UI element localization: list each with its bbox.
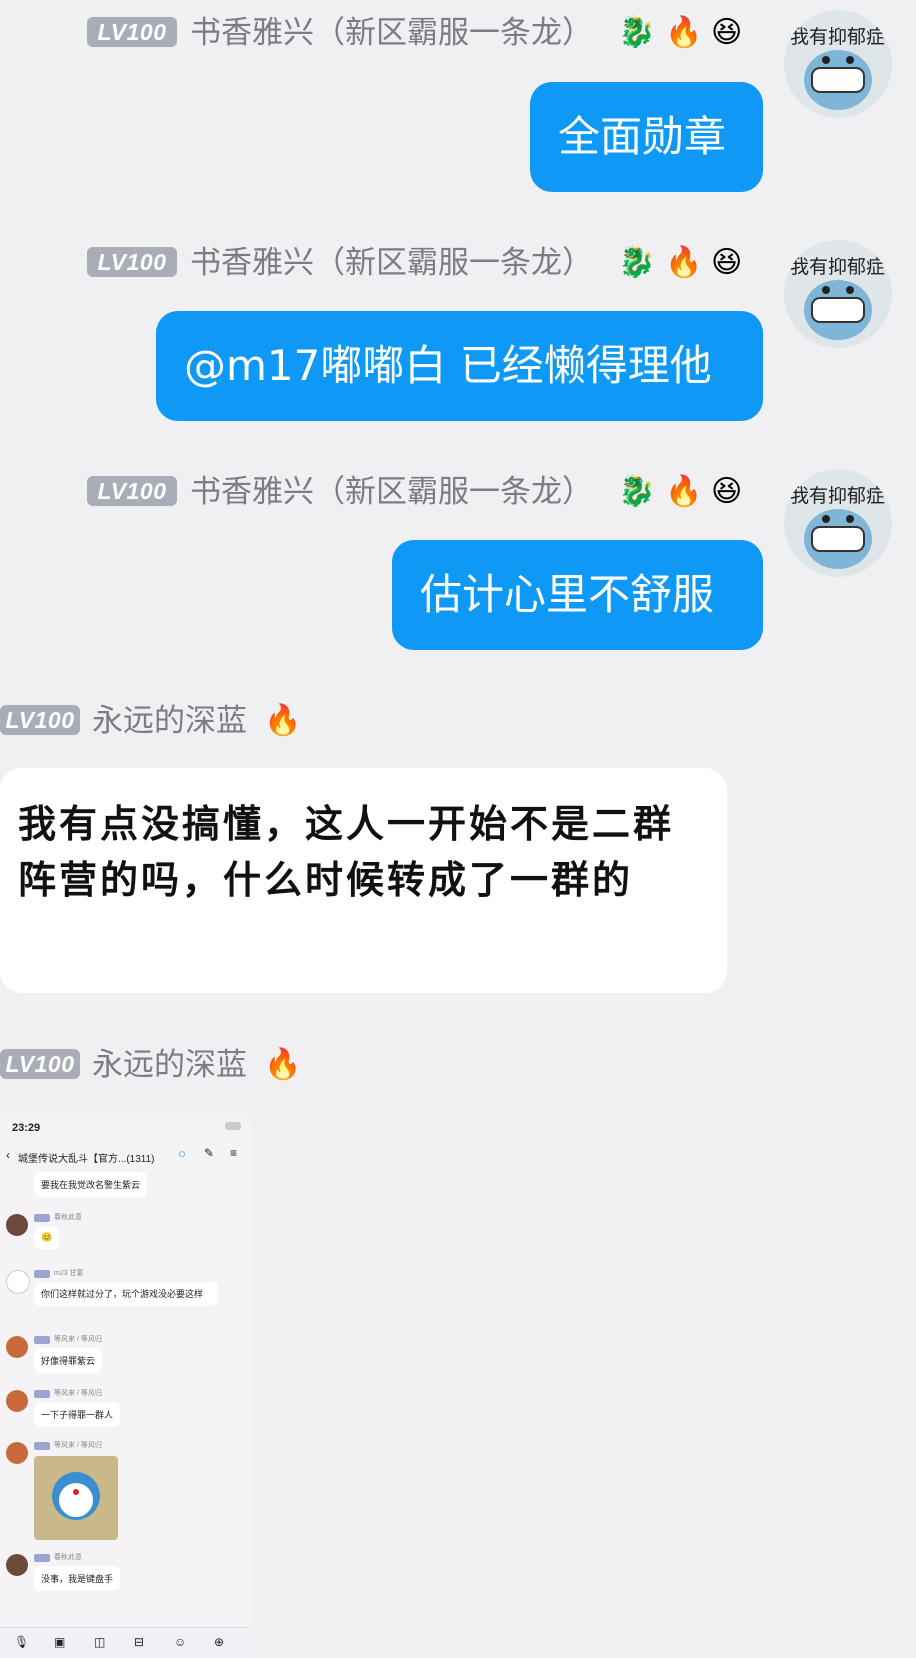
message-bubble[interactable]: 估计心里不舒服 — [392, 540, 763, 650]
message-bubble[interactable]: @m17嘟嘟白 已经懒得理他 — [156, 311, 763, 421]
level-badge: LV100 — [0, 1049, 80, 1079]
input-toolbar: 🎙 ▣ ◫ ⊟ ☺ ⊕ — [0, 1627, 251, 1658]
list-item: 好像得罪紫云 — [34, 1348, 103, 1373]
status-time: 23:29 — [12, 1122, 41, 1134]
message-bubble[interactable]: 全面勋章 — [530, 82, 763, 192]
emoji-icon[interactable]: ☺ — [174, 1635, 186, 1649]
fire-icon: 🔥 — [665, 15, 703, 50]
smile-icon: 😆 — [711, 15, 743, 50]
avatar — [6, 1442, 28, 1464]
battery-icon — [225, 1122, 241, 1130]
avatar — [6, 1390, 28, 1412]
dragon-icon: 🐉 — [618, 245, 656, 280]
avatar[interactable]: 我有抑郁症 — [784, 10, 892, 118]
sender-name[interactable]: 永远的深蓝 — [92, 701, 247, 741]
dragon-icon: 🐉 — [618, 15, 656, 50]
sticker-image — [34, 1456, 118, 1540]
list-item: 要我在我觉改名警生紫云 — [34, 1172, 148, 1197]
fire-icon: 🔥 — [665, 474, 703, 509]
fire-icon: 🔥 — [665, 245, 703, 280]
plus-icon[interactable]: ⊕ — [214, 1635, 224, 1649]
sender-name: 春秋此意 — [54, 1214, 82, 1221]
level-badge — [34, 1214, 50, 1222]
message-bubble[interactable]: 我有点没搞懂，这人一开始不是二群阵营的吗，什么时候转成了一群的 — [0, 768, 727, 993]
sender-name[interactable]: 书香雅兴（新区霸服一条龙） — [190, 13, 593, 53]
sender-name: 春秋此意 — [54, 1554, 82, 1561]
avatar-caption: 我有抑郁症 — [790, 485, 886, 507]
level-badge: LV100 — [87, 476, 177, 506]
avatar-caption: 我有抑郁症 — [790, 26, 886, 48]
dragon-icon: 🐉 — [618, 474, 656, 509]
edit-icon[interactable]: ✎ — [204, 1146, 214, 1160]
sender-name: 等风来 / 等风归 — [54, 1442, 102, 1449]
sender-name[interactable]: 书香雅兴（新区霸服一条龙） — [190, 472, 593, 512]
gift-icon[interactable]: ⊟ — [134, 1635, 144, 1649]
smile-icon: 😆 — [711, 474, 743, 509]
sender-name[interactable]: 书香雅兴（新区霸服一条龙） — [190, 243, 593, 283]
sender-name[interactable]: 永远的深蓝 — [92, 1045, 247, 1085]
level-badge: LV100 — [87, 17, 177, 47]
list-item: 一下子得罪一群人 — [34, 1402, 121, 1427]
avatar — [6, 1270, 30, 1294]
avatar-caption: 我有抑郁症 — [790, 256, 886, 278]
sender-name: m23 甘宴 — [54, 1270, 84, 1277]
level-badge — [34, 1442, 50, 1450]
level-badge — [34, 1270, 50, 1278]
cat-sticker-icon — [52, 1472, 100, 1520]
search-icon[interactable]: ○ — [178, 1146, 186, 1161]
level-badge: LV100 — [0, 705, 80, 735]
image-message[interactable]: 23:29 ‹ 城堡传说大乱斗【官方...(1311) ○ ✎ ≡ 要我在我觉改… — [0, 1112, 251, 1658]
smile-icon: 😆 — [711, 245, 743, 280]
sender-name: 等风来 / 等风归 — [54, 1390, 102, 1397]
level-badge — [34, 1554, 50, 1562]
avatar — [6, 1336, 28, 1358]
level-badge: LV100 — [87, 247, 177, 277]
avatar[interactable]: 我有抑郁症 — [784, 469, 892, 577]
sender-name: 等风来 / 等风归 — [54, 1336, 102, 1343]
chat-title: 城堡传说大乱斗【官方...(1311) — [18, 1154, 155, 1165]
image-icon[interactable]: ▣ — [54, 1635, 65, 1649]
avatar — [6, 1214, 28, 1236]
camera-icon[interactable]: ◫ — [94, 1635, 105, 1649]
avatar — [6, 1554, 28, 1576]
fire-icon: 🔥 — [264, 703, 302, 738]
level-badge — [34, 1390, 50, 1398]
level-badge — [34, 1336, 50, 1344]
menu-icon[interactable]: ≡ — [230, 1146, 237, 1160]
list-item: 没事，我是键盘手 — [34, 1566, 121, 1591]
list-item: 你们这样就过分了，玩个游戏没必要这样 — [34, 1282, 218, 1306]
list-item: 😊 — [34, 1226, 60, 1249]
back-icon[interactable]: ‹ — [6, 1148, 10, 1162]
fire-icon: 🔥 — [264, 1047, 302, 1082]
avatar[interactable]: 我有抑郁症 — [784, 240, 892, 348]
mic-icon[interactable]: 🎙 — [14, 1635, 29, 1649]
